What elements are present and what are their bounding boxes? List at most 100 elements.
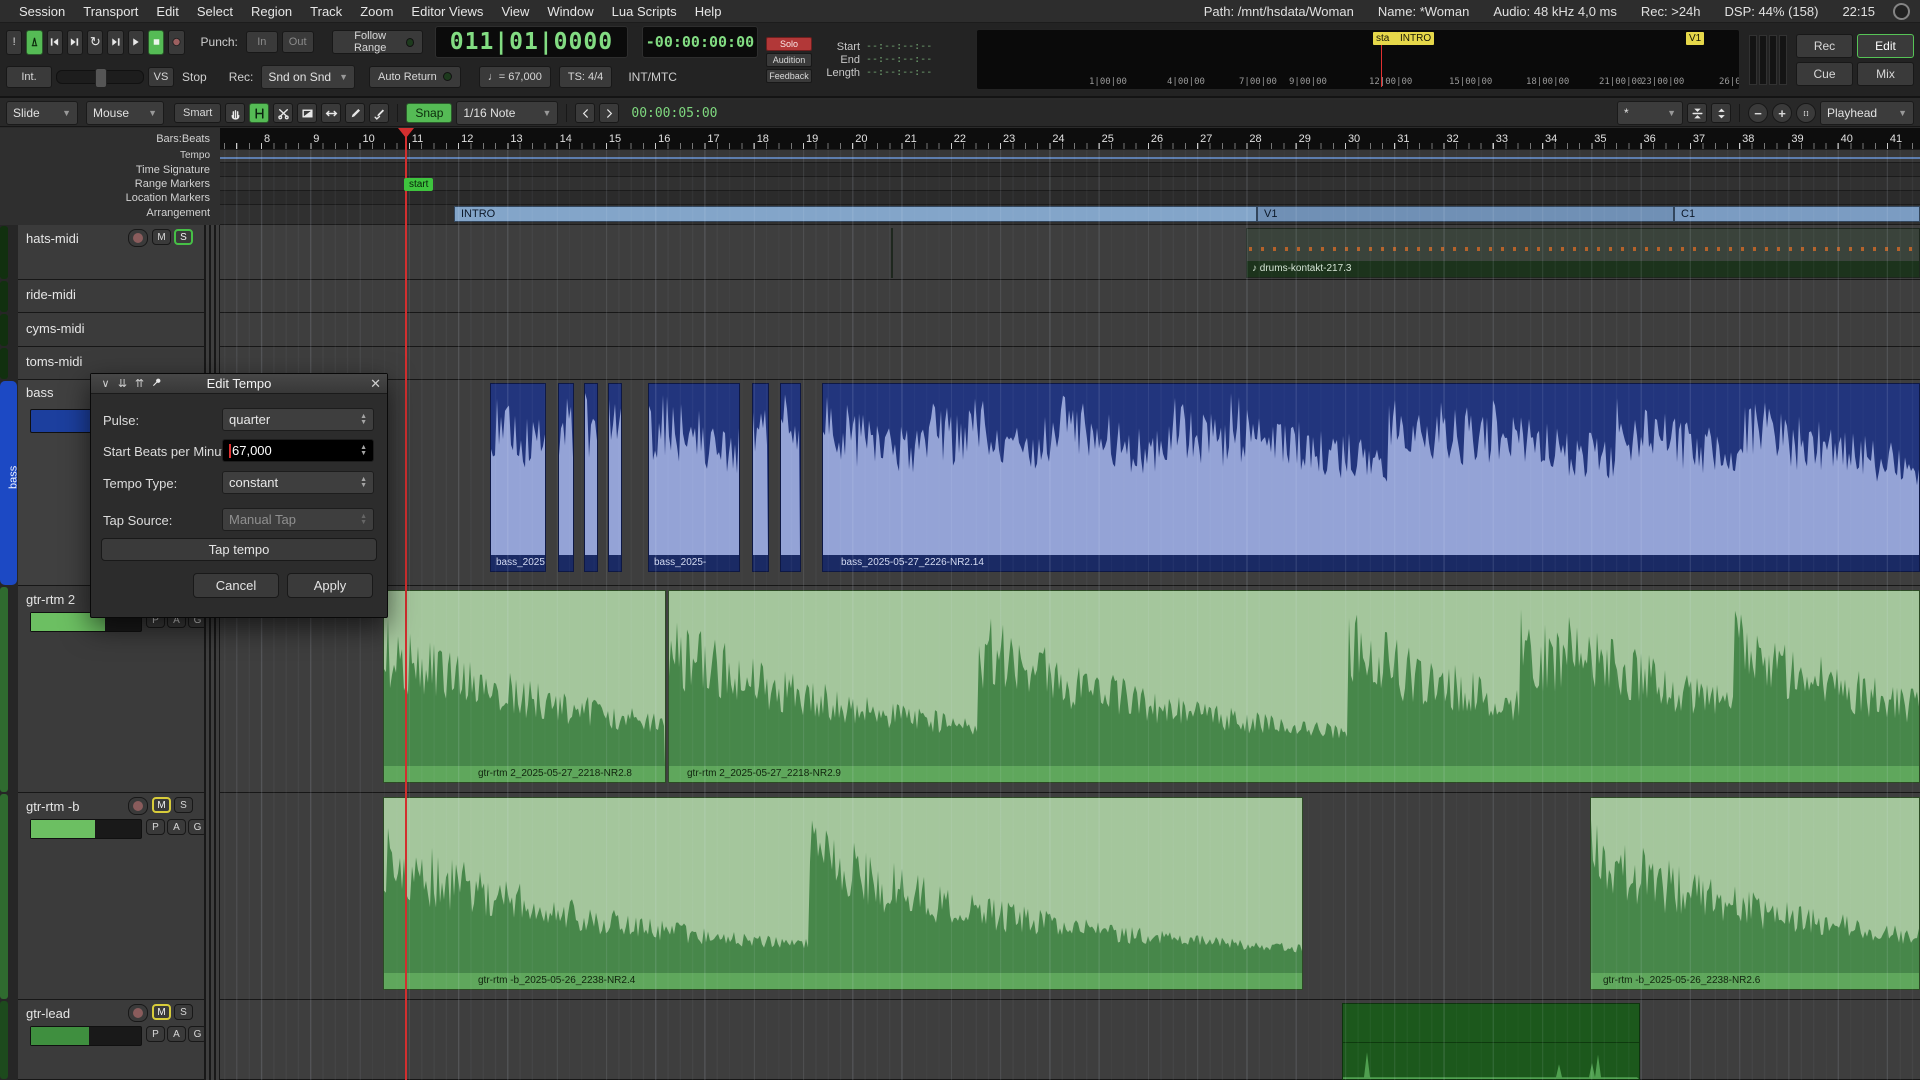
spinner-icon[interactable]: ▲▼ <box>360 445 367 457</box>
follow-range-button[interactable]: Follow Range <box>332 30 423 54</box>
track-lane-gtr-rtm-2[interactable]: gtr-rtm 2_2025-05-27_2218-NR2.8 gtr-rtm … <box>220 586 1920 793</box>
audio-region[interactable]: bass_2025-05 <box>490 383 546 572</box>
audio-region[interactable]: bass_2025- <box>648 383 740 572</box>
menu-edit[interactable]: Edit <box>147 4 187 19</box>
midi-region[interactable]: ♪ drums-kontakt-217.3 <box>1246 228 1920 278</box>
audio-region[interactable]: gtr-rtm -b_2025-05-26_2238-NR2.6 <box>1590 797 1920 990</box>
mute-button[interactable]: M <box>152 1004 171 1020</box>
arrangement-section-c1[interactable]: C1 <box>1674 206 1920 222</box>
vs-button[interactable]: VS <box>148 67 174 87</box>
zoom-out-button[interactable]: − <box>1748 103 1768 123</box>
track-header-gtr-lead[interactable]: gtr-lead M S P A G <box>18 1000 204 1080</box>
mute-button[interactable]: M <box>152 797 171 813</box>
time-signature-button[interactable]: TS: 4/4 <box>559 66 612 88</box>
edit-content-tool-button[interactable] <box>369 103 389 123</box>
cut-tool-button[interactable] <box>273 103 293 123</box>
tap-source-dropdown[interactable]: Manual Tap ▲▼ <box>222 508 374 531</box>
automation-button[interactable]: A <box>167 819 186 835</box>
grab-tool-button[interactable] <box>225 103 245 123</box>
draw-tool-button[interactable] <box>345 103 365 123</box>
playlist-button[interactable]: P <box>146 1026 165 1042</box>
midi-panic-button[interactable]: ! <box>6 30 22 55</box>
playlist-button[interactable]: P <box>146 819 165 835</box>
audio-region[interactable]: gtr-rtm -b_2025-05-26_2238-NR2.4 <box>383 797 1303 990</box>
dialog-titlebar[interactable]: ∨ ⇊ ⇈ Edit Tempo ✕ <box>91 374 387 394</box>
solo-button[interactable]: S <box>174 797 193 813</box>
ruler-location-markers-row[interactable] <box>220 191 1920 205</box>
pulse-dropdown[interactable]: quarter ▲▼ <box>222 408 374 431</box>
track-lane-hats-midi[interactable]: ♪ drums-kontakt-217.1 ♪ drums-kontakt-21… <box>220 225 1920 280</box>
expand-tracks-button[interactable] <box>1711 103 1731 123</box>
track-lane-bass[interactable]: bass_2025-05 bass_2025- bass_2025-05-27_… <box>220 380 1920 586</box>
record-button[interactable] <box>168 30 184 55</box>
menu-track[interactable]: Track <box>301 4 351 19</box>
audio-region[interactable] <box>780 383 801 572</box>
menu-region[interactable]: Region <box>242 4 301 19</box>
solo-button[interactable]: Solo <box>766 37 812 51</box>
edit-mode-dropdown[interactable]: Slide▼ <box>6 101 78 125</box>
tap-tempo-button[interactable]: Tap tempo <box>101 538 377 561</box>
rec-mode-dropdown[interactable]: Snd on Snd▼ <box>261 65 355 89</box>
ruler-tempo-row[interactable] <box>220 150 1920 163</box>
arrangement-section-v1[interactable]: V1 <box>1257 206 1674 222</box>
audio-region[interactable] <box>558 383 574 572</box>
track-lane-cyms-midi[interactable] <box>220 313 1920 347</box>
stop-button[interactable] <box>148 30 164 55</box>
play-range-button[interactable] <box>107 30 123 55</box>
audio-region[interactable] <box>608 383 622 572</box>
play-button[interactable] <box>128 30 144 55</box>
playhead[interactable] <box>405 128 407 1080</box>
menu-editor-views[interactable]: Editor Views <box>402 4 492 19</box>
goto-end-button[interactable] <box>67 30 83 55</box>
goto-start-button[interactable] <box>47 30 63 55</box>
mouse-mode-dropdown[interactable]: Mouse▼ <box>86 101 164 125</box>
grid-unit-dropdown[interactable]: 1/16 Note▼ <box>456 101 558 125</box>
edit-page-button[interactable]: Edit <box>1857 34 1914 58</box>
snap-button[interactable]: Snap <box>406 103 452 123</box>
track-lane-toms-midi[interactable] <box>220 347 1920 380</box>
track-lane-ride-midi[interactable] <box>220 280 1920 313</box>
marker-start-flag[interactable]: sta <box>1373 32 1398 45</box>
track-header-cyms-midi[interactable]: cyms-midi <box>18 313 204 347</box>
punch-out-button[interactable]: Out <box>282 31 314 53</box>
cue-page-button[interactable]: Cue <box>1796 62 1853 86</box>
playhead-head-icon[interactable] <box>398 128 414 138</box>
zoom-to-session-button[interactable] <box>1796 103 1816 123</box>
primary-clock[interactable]: 011|01|0000 <box>435 26 628 58</box>
auto-return-button[interactable]: Auto Return <box>369 66 461 88</box>
feedback-button[interactable]: Feedback <box>766 69 812 83</box>
start-range-marker[interactable]: start <box>404 178 433 191</box>
ruler-bars-row[interactable]: 8910111213141516171819202122232425262728… <box>220 128 1920 150</box>
shuttle-knob[interactable] <box>95 68 107 88</box>
nudge-forward-button[interactable] <box>599 103 619 123</box>
shuttle-slider[interactable] <box>56 70 144 84</box>
arrangement-section-intro[interactable]: INTRO <box>454 206 1257 222</box>
track-header-ride-midi[interactable]: ride-midi <box>18 280 204 313</box>
menu-help[interactable]: Help <box>686 4 731 19</box>
track-lane-gtr-rtm-b[interactable]: gtr-rtm -b_2025-05-26_2238-NR2.4 gtr-rtm… <box>220 793 1920 1000</box>
record-arm-button[interactable] <box>128 1004 148 1022</box>
menu-zoom[interactable]: Zoom <box>351 4 402 19</box>
close-icon[interactable]: ✕ <box>370 376 381 392</box>
track-lane-gtr-lead[interactable] <box>220 1000 1920 1080</box>
secondary-clock[interactable]: -00:00:00:00 <box>642 26 758 58</box>
range-tool-button[interactable] <box>249 103 269 123</box>
nudge-back-button[interactable] <box>575 103 595 123</box>
menu-view[interactable]: View <box>492 4 538 19</box>
menu-session[interactable]: Session <box>10 4 74 19</box>
zoom-focus-dropdown[interactable]: Playhead▼ <box>1820 101 1914 125</box>
audio-region[interactable] <box>1342 1003 1640 1080</box>
audio-region[interactable] <box>584 383 598 572</box>
bpm-input[interactable]: 67,000 ▲▼ <box>222 439 374 462</box>
monitor-button[interactable]: Int. <box>6 66 52 88</box>
zoom-in-button[interactable]: + <box>1772 103 1792 123</box>
mix-page-button[interactable]: Mix <box>1857 62 1914 86</box>
solo-button[interactable]: S <box>174 1004 193 1020</box>
record-arm-button[interactable] <box>128 229 148 247</box>
fit-tracks-button[interactable] <box>1687 103 1707 123</box>
audio-region[interactable] <box>752 383 769 572</box>
marker-select-dropdown[interactable]: *▼ <box>1617 101 1683 125</box>
spinner-icon[interactable]: ▲▼ <box>360 477 367 489</box>
nudge-clock[interactable]: 00:00:05:00 <box>631 106 717 121</box>
trim-tool-button[interactable] <box>297 103 317 123</box>
